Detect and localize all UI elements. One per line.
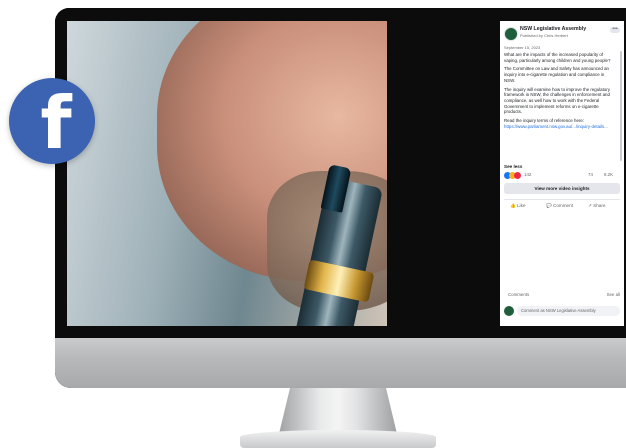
post-paragraph-3: The inquiry will examine how to improve … bbox=[504, 86, 610, 115]
comment-composer: Comment as NSW Legislative Assembly bbox=[504, 306, 620, 316]
terms-intro: Read the inquiry terms of reference here… bbox=[504, 118, 585, 124]
video-player[interactable] bbox=[67, 21, 387, 326]
comment-button[interactable]: 💬 Comment bbox=[546, 203, 573, 209]
love-reaction-icon bbox=[514, 172, 521, 179]
post-actions: 👍 Like 💬 Comment ↗ Share bbox=[504, 199, 620, 212]
page-avatar[interactable] bbox=[504, 27, 518, 41]
comment-label: Comment bbox=[553, 203, 573, 208]
like-label: Like bbox=[517, 203, 526, 208]
view-insights-button[interactable]: View more video insights bbox=[504, 183, 620, 194]
share-button[interactable]: ↗ Share bbox=[588, 203, 605, 209]
see-less-link[interactable]: See less bbox=[504, 164, 522, 170]
inquiry-link[interactable]: https://www.parliament.nsw.gov.au/.../in… bbox=[504, 124, 608, 129]
page-name[interactable]: NSW Legislative Assembly bbox=[520, 26, 586, 33]
view-count: 8.2K bbox=[604, 172, 614, 177]
commenter-avatar bbox=[504, 306, 514, 316]
share-label: Share bbox=[593, 203, 606, 208]
reaction-count[interactable]: 142 bbox=[524, 172, 531, 178]
comments-label: Comments bbox=[508, 292, 530, 297]
monitor-chin bbox=[55, 338, 626, 388]
post-paragraph-4: Read the inquiry terms of reference here… bbox=[504, 118, 614, 129]
monitor-stand-base bbox=[240, 430, 436, 448]
post-text: What are the impacts of the increased po… bbox=[504, 52, 614, 133]
facebook-logo-badge: f bbox=[9, 78, 95, 165]
more-options-icon[interactable]: ••• bbox=[610, 27, 620, 33]
published-by: Published by Chris Herbert bbox=[520, 33, 568, 38]
post-paragraph-1: What are the impacts of the increased po… bbox=[504, 52, 611, 63]
reaction-icons[interactable] bbox=[504, 172, 522, 179]
facebook-logo-icon: f bbox=[40, 81, 72, 165]
facebook-post-panel: NSW Legislative Assembly Published by Ch… bbox=[500, 21, 624, 326]
like-button[interactable]: 👍 Like bbox=[510, 203, 525, 209]
post-date[interactable]: September 15, 2023 bbox=[504, 45, 540, 50]
comment-count[interactable]: 74 bbox=[588, 172, 593, 178]
see-all-link[interactable]: See all bbox=[607, 292, 620, 298]
post-paragraph-2: The Committee on Law and Safety has anno… bbox=[504, 66, 609, 83]
reactions-bar: 142 74 8.2K bbox=[504, 172, 620, 180]
scrollbar[interactable] bbox=[620, 51, 622, 161]
comment-input[interactable]: Comment as NSW Legislative Assembly bbox=[517, 306, 620, 316]
